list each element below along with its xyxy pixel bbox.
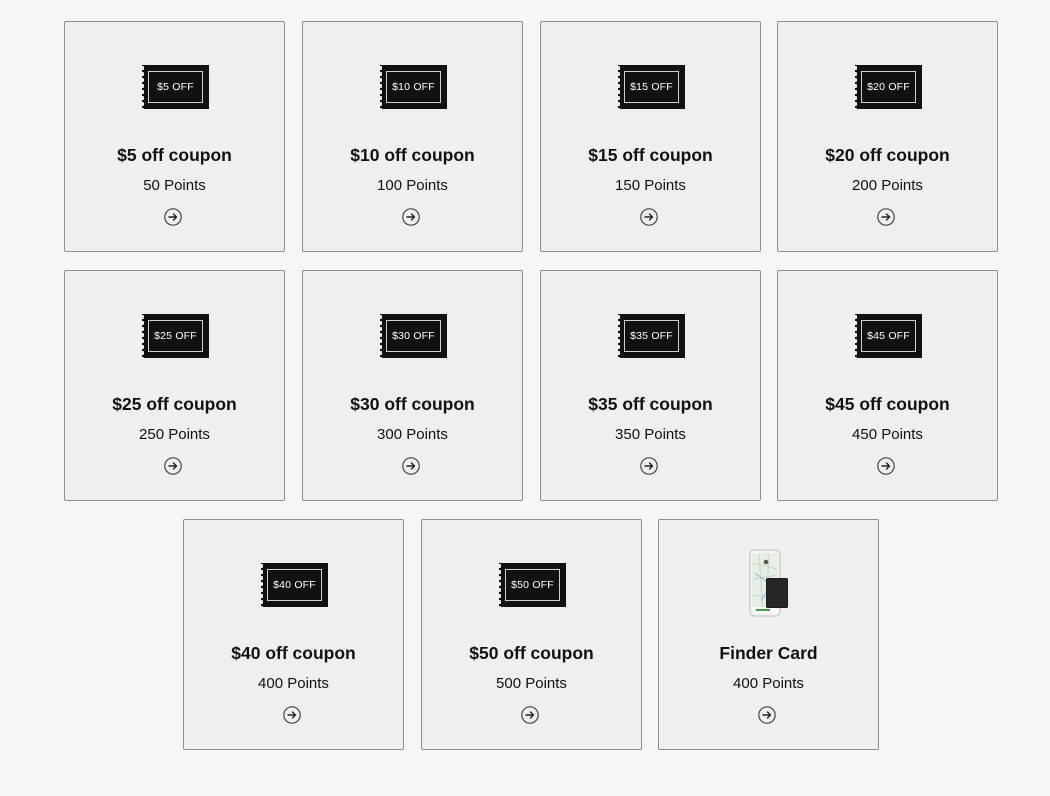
- coupon-ticket-icon: $40 OFF: [261, 563, 328, 607]
- arrow-right-circle-icon[interactable]: [877, 457, 895, 475]
- reward-card-40-off[interactable]: $40 OFF $40 off coupon 400 Points: [183, 519, 404, 750]
- coupon-ticket-icon: $10 OFF: [380, 65, 447, 109]
- reward-title: Finder Card: [719, 643, 818, 663]
- reward-points: 500 Points: [496, 675, 567, 692]
- reward-points: 50 Points: [143, 177, 206, 194]
- coupon-badge-label: $5 OFF: [148, 71, 203, 103]
- reward-points: 400 Points: [733, 675, 804, 692]
- reward-points: 300 Points: [377, 426, 448, 443]
- reward-card-20-off[interactable]: $20 OFF $20 off coupon 200 Points: [777, 21, 998, 252]
- reward-points: 400 Points: [258, 675, 329, 692]
- reward-title: $25 off coupon: [112, 394, 237, 414]
- coupon-badge-label: $10 OFF: [386, 71, 441, 103]
- coupon-badge-label: $50 OFF: [505, 569, 560, 601]
- coupon-ticket-icon: $45 OFF: [855, 314, 922, 358]
- reward-card-10-off[interactable]: $10 OFF $10 off coupon 100 Points: [302, 21, 523, 252]
- reward-card-15-off[interactable]: $15 OFF $15 off coupon 150 Points: [540, 21, 761, 252]
- arrow-right-circle-icon[interactable]: [402, 457, 420, 475]
- arrow-right-circle-icon[interactable]: [758, 706, 776, 724]
- coupon-ticket-icon: $30 OFF: [380, 314, 447, 358]
- arrow-right-circle-icon[interactable]: [877, 208, 895, 226]
- coupon-ticket-icon: $50 OFF: [499, 563, 566, 607]
- reward-title: $30 off coupon: [350, 394, 475, 414]
- coupon-ticket-icon: $5 OFF: [142, 65, 209, 109]
- reward-card-45-off[interactable]: $45 OFF $45 off coupon 450 Points: [777, 270, 998, 501]
- reward-points: 200 Points: [852, 177, 923, 194]
- reward-title: $10 off coupon: [350, 145, 475, 165]
- reward-card-5-off[interactable]: $5 OFF $5 off coupon 50 Points: [64, 21, 285, 252]
- reward-title: $40 off coupon: [231, 643, 356, 663]
- reward-title: $20 off coupon: [825, 145, 950, 165]
- reward-title: $15 off coupon: [588, 145, 713, 165]
- arrow-right-circle-icon[interactable]: [521, 706, 539, 724]
- arrow-right-circle-icon[interactable]: [283, 706, 301, 724]
- reward-points: 350 Points: [615, 426, 686, 443]
- reward-title: $50 off coupon: [469, 643, 594, 663]
- coupon-badge-label: $45 OFF: [861, 320, 916, 352]
- reward-card-35-off[interactable]: $35 OFF $35 off coupon 350 Points: [540, 270, 761, 501]
- coupon-badge-label: $15 OFF: [624, 71, 679, 103]
- arrow-right-circle-icon[interactable]: [164, 208, 182, 226]
- reward-card-finder-card[interactable]: Finder Card 400 Points: [658, 519, 879, 750]
- reward-points: 450 Points: [852, 426, 923, 443]
- coupon-badge-label: $35 OFF: [624, 320, 679, 352]
- arrow-right-circle-icon[interactable]: [402, 208, 420, 226]
- coupon-badge-label: $40 OFF: [267, 569, 322, 601]
- reward-title: $5 off coupon: [117, 145, 232, 165]
- coupon-ticket-icon: $35 OFF: [618, 314, 685, 358]
- coupon-ticket-icon: $25 OFF: [142, 314, 209, 358]
- reward-card-25-off[interactable]: $25 OFF $25 off coupon 250 Points: [64, 270, 285, 501]
- reward-points: 250 Points: [139, 426, 210, 443]
- reward-title: $45 off coupon: [825, 394, 950, 414]
- coupon-ticket-icon: $20 OFF: [855, 65, 922, 109]
- arrow-right-circle-icon[interactable]: [640, 457, 658, 475]
- reward-card-50-off[interactable]: $50 OFF $50 off coupon 500 Points: [421, 519, 642, 750]
- arrow-right-circle-icon[interactable]: [640, 208, 658, 226]
- phone-and-finder-card-image: [749, 549, 788, 617]
- reward-card-30-off[interactable]: $30 OFF $30 off coupon 300 Points: [302, 270, 523, 501]
- reward-title: $35 off coupon: [588, 394, 713, 414]
- coupon-badge-label: $20 OFF: [861, 71, 916, 103]
- arrow-right-circle-icon[interactable]: [164, 457, 182, 475]
- coupon-ticket-icon: $15 OFF: [618, 65, 685, 109]
- rewards-grid: $5 OFF $5 off coupon 50 Points $10 OFF $…: [0, 0, 1050, 796]
- reward-points: 150 Points: [615, 177, 686, 194]
- coupon-badge-label: $30 OFF: [386, 320, 441, 352]
- coupon-badge-label: $25 OFF: [148, 320, 203, 352]
- reward-points: 100 Points: [377, 177, 448, 194]
